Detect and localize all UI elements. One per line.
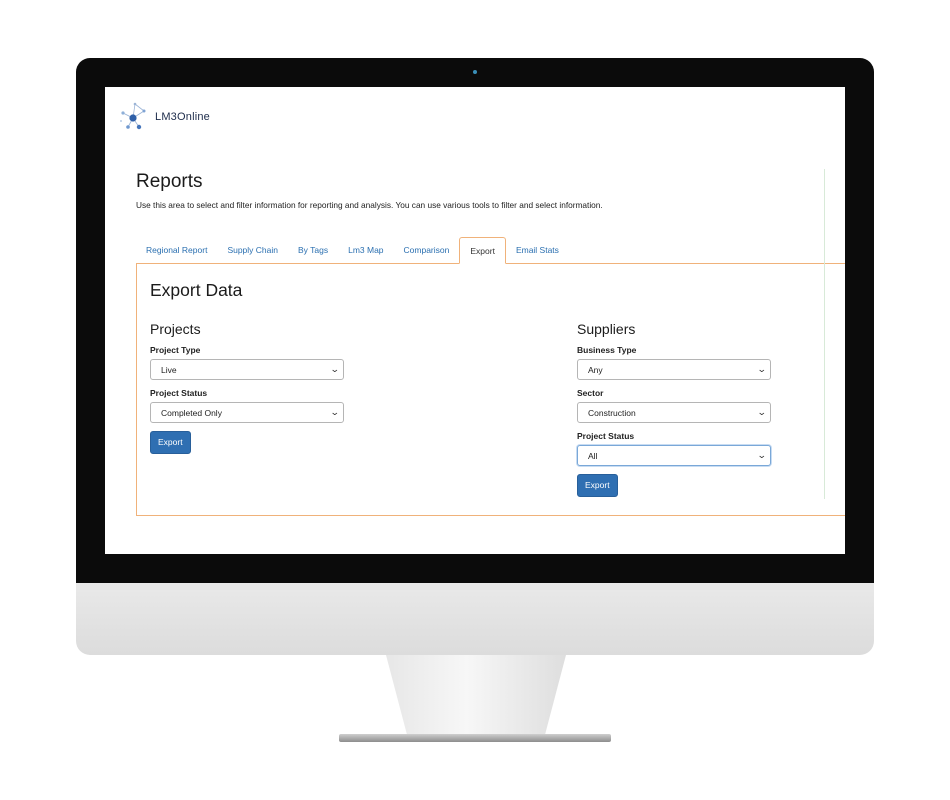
supplier-project-status-value: All <box>588 450 598 461</box>
sector-value: Construction <box>588 407 636 418</box>
export-panel: Export Data Projects Project Type Live ⌄… <box>136 263 845 516</box>
tab-by-tags[interactable]: By Tags <box>288 237 338 264</box>
export-projects-button[interactable]: Export <box>150 431 191 454</box>
page-title: Reports <box>136 171 203 192</box>
chevron-down-icon: ⌄ <box>330 364 341 374</box>
business-type-value: Any <box>588 364 603 375</box>
suppliers-section: Suppliers Business Type Any ⌄ Sector Con… <box>577 321 771 497</box>
supplier-project-status-label: Project Status <box>577 431 635 441</box>
supplier-project-status-select[interactable]: All ⌄ <box>577 445 771 466</box>
project-status-value: Completed Only <box>161 407 222 418</box>
chevron-down-icon: ⌄ <box>330 407 341 417</box>
business-type-select[interactable]: Any ⌄ <box>577 359 771 380</box>
tab-supply-chain[interactable]: Supply Chain <box>217 237 288 264</box>
chevron-down-icon: ⌄ <box>757 364 768 374</box>
projects-section: Projects Project Type Live ⌄ Project Sta… <box>150 321 344 454</box>
tab-export[interactable]: Export <box>459 237 506 264</box>
chevron-down-icon: ⌄ <box>757 450 768 460</box>
tab-comparison[interactable]: Comparison <box>394 237 460 264</box>
export-suppliers-button[interactable]: Export <box>577 474 618 497</box>
network-nodes-icon <box>120 102 146 130</box>
tab-regional-report[interactable]: Regional Report <box>136 237 217 264</box>
project-type-label: Project Type <box>150 345 201 355</box>
sector-select[interactable]: Construction ⌄ <box>577 402 771 423</box>
brand-logo[interactable]: LM3Online <box>119 101 210 133</box>
export-title: Export Data <box>150 280 243 300</box>
tab-lm3-map[interactable]: Lm3 Map <box>338 237 393 264</box>
suppliers-heading: Suppliers <box>577 321 636 337</box>
monitor-stand <box>386 655 566 737</box>
business-type-label: Business Type <box>577 345 637 355</box>
screen: LM3Online Reports Use this area to selec… <box>105 87 845 554</box>
camera-dot <box>473 70 477 74</box>
tab-email-stats[interactable]: Email Stats <box>506 237 569 264</box>
project-status-label: Project Status <box>150 388 208 398</box>
projects-heading: Projects <box>150 321 201 337</box>
sector-label: Sector <box>577 388 604 398</box>
monitor-stand-base <box>339 734 611 742</box>
report-tabs: Regional Report Supply Chain By Tags Lm3… <box>136 237 569 264</box>
scroll-edge <box>824 169 825 499</box>
project-type-select[interactable]: Live ⌄ <box>150 359 344 380</box>
chevron-down-icon: ⌄ <box>757 407 768 417</box>
brand-name: LM3Online <box>155 111 210 123</box>
project-status-select[interactable]: Completed Only ⌄ <box>150 402 344 423</box>
project-type-value: Live <box>161 364 177 375</box>
page-description: Use this area to select and filter infor… <box>136 200 603 210</box>
monitor-chin <box>76 583 874 655</box>
